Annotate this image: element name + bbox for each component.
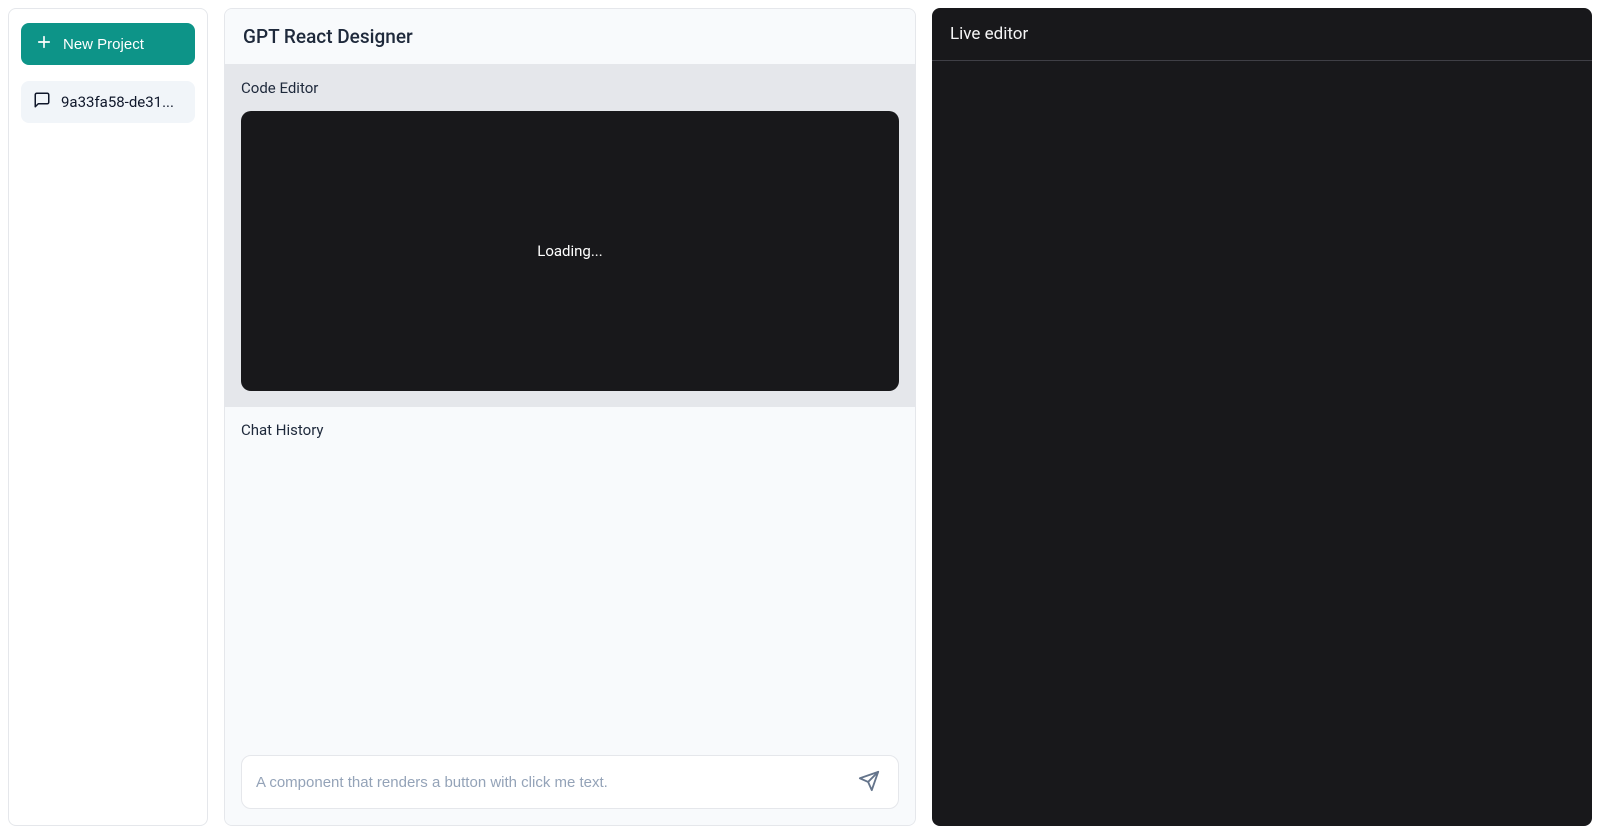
live-editor-title: Live editor xyxy=(950,24,1574,44)
code-editor[interactable]: Loading... xyxy=(241,111,899,391)
app-title: GPT React Designer xyxy=(243,25,897,48)
chat-section: Chat History xyxy=(225,407,915,825)
project-item[interactable]: 9a33fa58-de31... xyxy=(21,81,195,123)
code-editor-section: Code Editor Loading... xyxy=(225,65,915,407)
live-editor-body[interactable] xyxy=(932,61,1592,826)
code-editor-label: Code Editor xyxy=(241,79,899,97)
new-project-label: New Project xyxy=(63,36,144,53)
send-button[interactable] xyxy=(854,766,884,799)
plus-icon xyxy=(35,33,53,55)
chat-input-row xyxy=(241,755,899,809)
project-item-label: 9a33fa58-de31... xyxy=(61,93,174,111)
live-editor-panel: Live editor xyxy=(932,8,1592,826)
chat-input[interactable] xyxy=(256,774,844,791)
live-editor-header: Live editor xyxy=(932,8,1592,61)
code-editor-status: Loading... xyxy=(537,242,602,260)
send-icon xyxy=(858,770,880,795)
new-project-button[interactable]: New Project xyxy=(21,23,195,65)
sidebar: New Project 9a33fa58-de31... xyxy=(8,8,208,826)
app-root: New Project 9a33fa58-de31... GPT React D… xyxy=(0,0,1600,834)
main-header: GPT React Designer xyxy=(225,9,915,65)
chat-icon xyxy=(33,91,51,113)
chat-history-label: Chat History xyxy=(241,421,899,439)
chat-history xyxy=(241,439,899,755)
project-list: 9a33fa58-de31... xyxy=(21,81,195,123)
main-panel: GPT React Designer Code Editor Loading..… xyxy=(224,8,916,826)
